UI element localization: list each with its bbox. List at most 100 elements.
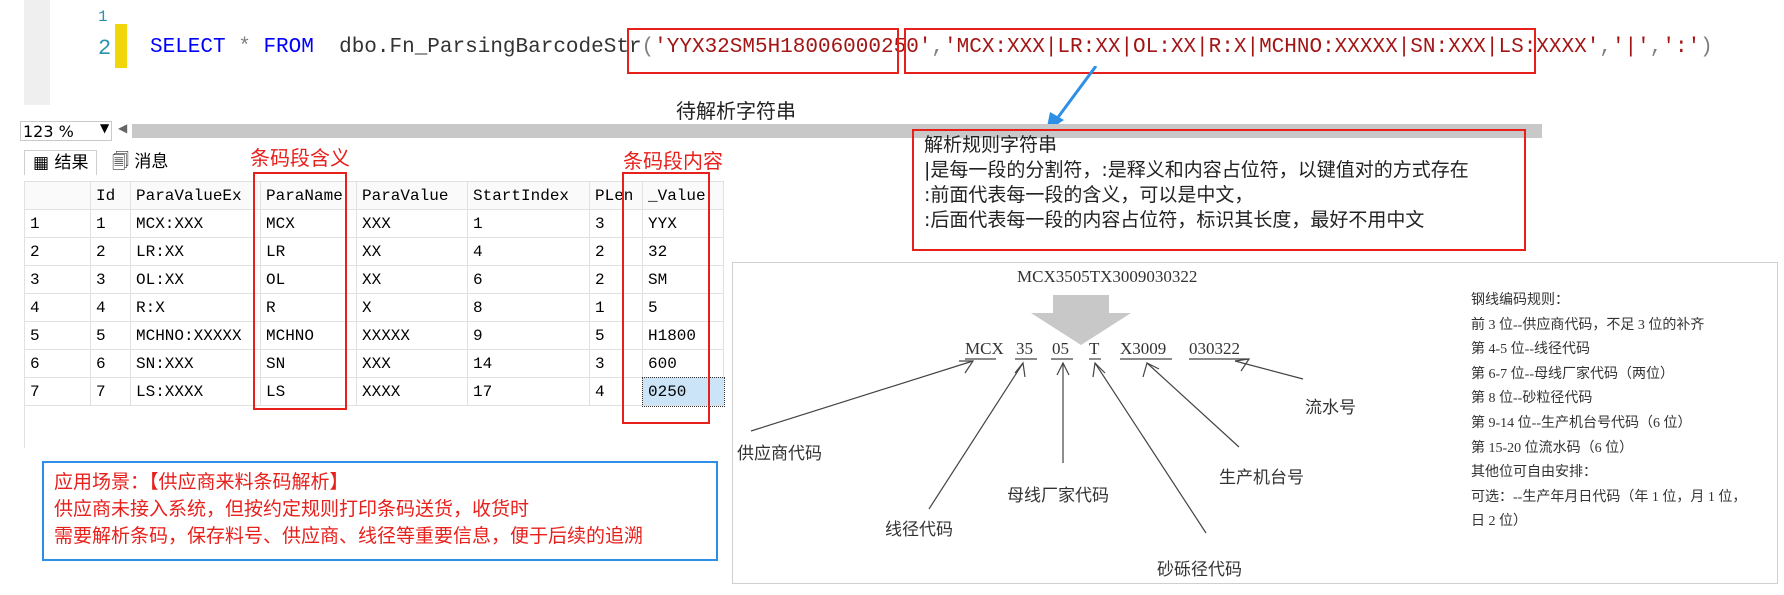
sql-close-paren: ) (1700, 36, 1713, 59)
cell-startindex[interactable]: 8 (467, 293, 590, 322)
row-number[interactable]: 7 (24, 377, 91, 406)
table-row[interactable]: 3 3 OL:XX OL XX 6 2 SM (24, 265, 724, 294)
row-number[interactable]: 2 (24, 237, 91, 266)
cell-paravalueex[interactable]: MCHNO:XXXXX (130, 321, 261, 350)
rule-line: 第 6-7 位--母线厂家代码（两位） (1471, 366, 1674, 382)
rule-arg-highlight (904, 28, 1536, 74)
sql-keyword-select: SELECT (150, 36, 226, 59)
segment-meaning-label: 条码段含义 (250, 146, 350, 170)
caption-supplier: 供应商代码 (737, 444, 822, 463)
scenario-box: 应用场景：【供应商来料条码解析】 供应商未接入系统，但按约定规则打印条码送货，收… (42, 461, 718, 561)
cell-id[interactable]: 4 (90, 293, 131, 322)
table-row[interactable]: 2 2 LR:XX LR XX 4 2 32 (24, 237, 724, 266)
cell-paravalueex[interactable]: LR:XX (130, 237, 261, 266)
row-number[interactable]: 5 (24, 321, 91, 350)
zoom-select[interactable]: 123 % (20, 121, 112, 141)
scroll-left-icon[interactable]: ◀ (118, 121, 127, 135)
cell-id[interactable]: 3 (90, 265, 131, 294)
down-arrow-icon (1031, 295, 1131, 345)
sql-arg-kv-separator: ':' (1662, 36, 1701, 59)
segment-serial: 030322 (1189, 339, 1240, 358)
sql-star: * (238, 36, 251, 59)
barcode-arg-highlight (627, 28, 899, 74)
cell-id[interactable]: 1 (90, 209, 131, 238)
cell-paravalueex[interactable]: MCX:XXX (130, 209, 261, 238)
cell-startindex[interactable]: 1 (467, 209, 590, 238)
cell-id[interactable]: 7 (90, 377, 131, 406)
cell-startindex[interactable]: 14 (467, 349, 590, 378)
sql-function-name: dbo.Fn_ParsingBarcodeStr (339, 36, 642, 59)
column-header-paravalueex[interactable]: ParaValueEx (130, 181, 261, 210)
tab-messages-label: 消息 (134, 152, 169, 172)
rule-line: 第 4-5 位--线径代码 (1471, 342, 1590, 358)
cell-startindex[interactable]: 9 (467, 321, 590, 350)
tab-messages[interactable]: 🗐 消息 (106, 150, 174, 174)
cell-id[interactable]: 6 (90, 349, 131, 378)
cell-id[interactable]: 5 (90, 321, 131, 350)
rule-line: 可选：--生产年月日代码（年 1 位，月 1 位， (1471, 489, 1747, 505)
row-number[interactable]: 6 (24, 349, 91, 378)
cell-id[interactable]: 2 (90, 237, 131, 266)
row-number[interactable]: 1 (24, 209, 91, 238)
sql-comma: , (1649, 36, 1663, 59)
rule-line: 第 15-20 位流水码（6 位） (1471, 440, 1634, 456)
barcode-rule-diagram: MCX3505TX3009030322 MCX 35 05 T X3009 03… (732, 262, 1778, 584)
cell-startindex[interactable]: 6 (467, 265, 590, 294)
cell-paravalueex[interactable]: SN:XXX (130, 349, 261, 378)
changed-line-marker (115, 24, 127, 68)
rule-line: 日 2 位） (1471, 514, 1527, 530)
cell-startindex[interactable]: 4 (467, 237, 590, 266)
table-row[interactable]: 5 5 MCHNO:XXXXX MCHNO XXXXX 9 5 H1800 (24, 321, 724, 350)
line-number: 2 (98, 36, 112, 61)
caption-wire: 线径代码 (885, 520, 953, 539)
column-header-rownum[interactable] (24, 181, 91, 210)
segment-busbar: 05 (1052, 339, 1069, 358)
cell-paravalue[interactable]: XXXXX (356, 321, 468, 350)
cell-paravalue[interactable]: XXX (356, 209, 468, 238)
cell-paravalueex[interactable]: LS:XXXX (130, 377, 261, 406)
chevron-down-icon[interactable]: ▼ (100, 121, 109, 135)
cell-paravalue[interactable]: XXX (356, 349, 468, 378)
column-header-paravalue[interactable]: ParaValue (356, 181, 468, 210)
segment-machine: X3009 (1120, 339, 1167, 358)
cell-paravalue[interactable]: XX (356, 237, 468, 266)
segment-gravel: T (1089, 339, 1100, 358)
message-icon: 🗐 (112, 152, 129, 172)
cell-paravalue[interactable]: X (356, 293, 468, 322)
tab-results[interactable]: ▦ 结果 (24, 150, 98, 175)
paraname-column-highlight (253, 172, 347, 410)
value-column-highlight (622, 172, 710, 424)
row-number[interactable]: 3 (24, 265, 91, 294)
sql-keyword-from: FROM (263, 36, 314, 59)
table-row[interactable]: 1 1 MCX:XXX MCX XXX 1 3 YYX (24, 209, 724, 238)
cell-paravalue[interactable]: XXXX (356, 377, 468, 406)
barcode-rules-list: 钢线编码规则： 前 3 位--供应商代码，不足 3 位的补齐 第 4-5 位--… (1471, 289, 1775, 535)
rule-callout-line: 解析规则字符串 (924, 134, 1058, 156)
cell-paravalueex[interactable]: OL:XX (130, 265, 261, 294)
column-header-id[interactable]: Id (90, 181, 131, 210)
rule-callout: 解析规则字符串 |是每一段的分割符，:是释义和内容占位符，以键值对的方式存在 :… (912, 129, 1526, 251)
rule-line: 其他位可自由安排： (1471, 465, 1597, 481)
cell-startindex[interactable]: 17 (467, 377, 590, 406)
segment-supplier: MCX (965, 339, 1004, 358)
sql-arg-separator: '|' (1611, 36, 1650, 59)
string-to-parse-label: 待解析字符串 (676, 99, 796, 123)
segment-content-label: 条码段内容 (623, 149, 723, 173)
table-row[interactable]: 6 6 SN:XXX SN XXX 14 3 600 (24, 349, 724, 378)
rule-callout-line: :前面代表每一段的含义，可以是中文， (924, 184, 1254, 206)
row-number[interactable]: 4 (24, 293, 91, 322)
scenario-line: 供应商未接入系统，但按约定规则打印条码送货，收货时 (54, 498, 530, 520)
column-header-startindex[interactable]: StartIndex (467, 181, 590, 210)
results-grid[interactable]: Id ParaValueEx ParaName ParaValue StartI… (24, 181, 725, 407)
caption-busbar: 母线厂家代码 (1007, 486, 1109, 505)
cell-paravalueex[interactable]: R:X (130, 293, 261, 322)
scenario-line: 需要解析条码，保存料号、供应商、线径等重要信息，便于后续的追溯 (54, 525, 644, 547)
table-row[interactable]: 7 7 LS:XXXX LS XXXX 17 4 0250 (24, 376, 725, 407)
cell-paravalue[interactable]: XX (356, 265, 468, 294)
rule-line: 钢线编码规则： (1471, 293, 1569, 308)
rule-line: 前 3 位--供应商代码，不足 3 位的补齐 (1471, 317, 1705, 333)
grid-icon: ▦ (33, 153, 50, 173)
caption-gravel: 砂砾径代码 (1157, 560, 1242, 579)
table-row[interactable]: 4 4 R:X R X 8 1 5 (24, 293, 724, 322)
caption-machine: 生产机台号 (1219, 468, 1304, 487)
